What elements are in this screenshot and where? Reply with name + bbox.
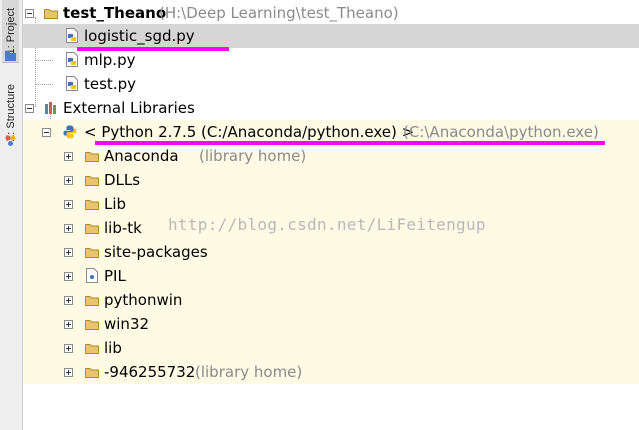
package-icon <box>86 268 98 283</box>
file-name: mlp.py <box>84 51 136 69</box>
tree-row-library[interactable]: -946255732 (library home) <box>23 360 639 384</box>
collapse-toggle[interactable] <box>42 128 51 137</box>
library-name: lib-tk <box>104 219 142 237</box>
expand-toggle[interactable] <box>64 272 73 281</box>
sdk-name: < Python 2.7.5 (C:/Anaconda/python.exe) … <box>84 123 415 141</box>
python-file-icon <box>66 52 78 67</box>
tree-row-external-libraries[interactable]: External Libraries <box>23 96 639 120</box>
expand-toggle[interactable] <box>64 296 73 305</box>
library-note: (library home) <box>195 363 303 381</box>
external-libraries-label: External Libraries <box>63 99 195 117</box>
tree-row-file[interactable]: logistic_sgd.py <box>23 24 639 48</box>
annotation-underline <box>95 141 605 145</box>
folder-icon <box>85 344 99 354</box>
tree-row-file[interactable]: test.py <box>23 72 639 96</box>
project-path: (H:\Deep Learning\test_Theano) <box>159 4 399 22</box>
library-name: lib <box>104 339 122 357</box>
library-icon <box>45 102 56 114</box>
file-name: logistic_sgd.py <box>84 27 195 45</box>
folder-icon <box>85 200 99 210</box>
tool-window-strip: 1: Project Z: Structure <box>0 0 23 430</box>
tree-row-library[interactable]: Lib <box>23 192 639 216</box>
folder-icon <box>44 9 58 19</box>
folder-icon <box>85 224 99 234</box>
sdk-path: (C:\Anaconda\python.exe) <box>403 123 599 141</box>
tree-row-library[interactable]: DLLs <box>23 168 639 192</box>
collapse-toggle[interactable] <box>25 9 34 18</box>
watermark: http://blog.csdn.net/LiFeitengup <box>168 215 486 234</box>
collapse-toggle[interactable] <box>25 104 34 113</box>
expand-toggle[interactable] <box>64 248 73 257</box>
expand-toggle[interactable] <box>64 152 73 161</box>
expand-toggle[interactable] <box>64 176 73 185</box>
tree-row-library[interactable]: lib <box>23 336 639 360</box>
file-name: test.py <box>84 75 136 93</box>
tree-row-file[interactable]: mlp.py <box>23 48 639 72</box>
tree-row-library[interactable]: site-packages <box>23 240 639 264</box>
library-name: PIL <box>104 267 126 285</box>
structure-icon <box>5 135 16 146</box>
folder-icon <box>85 248 99 258</box>
folder-icon <box>85 296 99 306</box>
expand-toggle[interactable] <box>64 368 73 377</box>
folder-icon <box>85 320 99 330</box>
folder-icon <box>85 176 99 186</box>
expand-toggle[interactable] <box>64 344 73 353</box>
library-note: (library home) <box>199 147 307 165</box>
project-tab-label: 1: Project <box>4 7 17 55</box>
tree-row-library[interactable]: PIL <box>23 264 639 288</box>
library-name: Lib <box>104 195 127 213</box>
library-name: DLLs <box>104 171 141 189</box>
library-name: Anaconda <box>104 147 179 165</box>
expand-toggle[interactable] <box>64 224 73 233</box>
python-file-icon <box>66 76 78 91</box>
annotation-underline <box>77 47 229 51</box>
tree-row-library[interactable]: win32 <box>23 312 639 336</box>
project-name: test_Theano <box>63 4 167 22</box>
folder-icon <box>85 368 99 378</box>
library-name: site-packages <box>104 243 208 261</box>
tree-row-project-root[interactable]: test_Theano (H:\Deep Learning\test_Thean… <box>23 1 639 25</box>
library-name: win32 <box>104 315 150 333</box>
expand-toggle[interactable] <box>64 200 73 209</box>
tree-row-library[interactable]: pythonwin <box>23 288 639 312</box>
python-sdk-icon <box>63 125 77 139</box>
folder-icon <box>85 152 99 162</box>
expand-toggle[interactable] <box>64 320 73 329</box>
tree-row-library[interactable]: Anaconda (library home) <box>23 144 639 168</box>
library-name: pythonwin <box>104 291 183 309</box>
library-name: -946255732 <box>104 363 196 381</box>
python-file-icon <box>66 28 78 43</box>
project-icon <box>5 51 16 61</box>
